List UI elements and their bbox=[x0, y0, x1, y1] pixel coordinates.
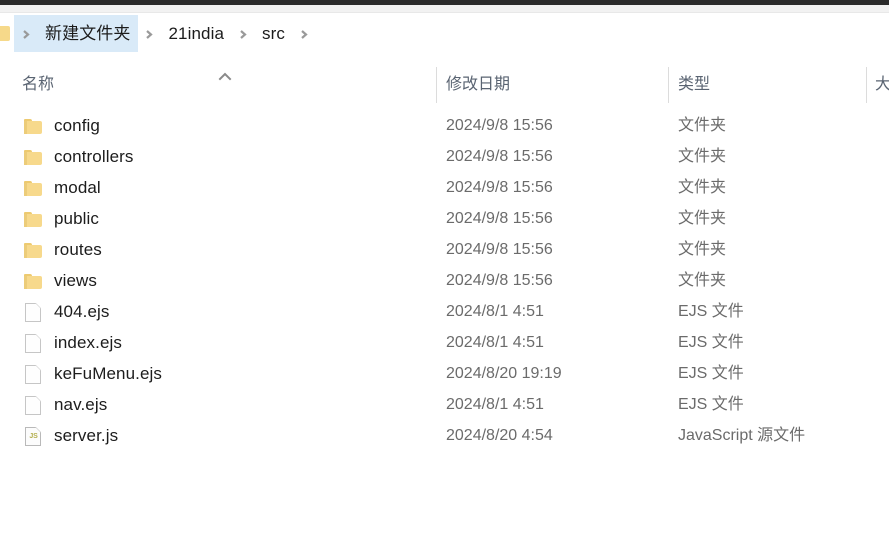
column-header-type[interactable]: 类型 bbox=[678, 62, 858, 107]
file-name-cell[interactable]: JS server.js bbox=[0, 420, 118, 451]
file-row[interactable]: index.ejs 2024/8/1 4:51 EJS 文件 bbox=[0, 327, 889, 358]
breadcrumb-separator-tail[interactable] bbox=[292, 13, 316, 54]
file-date-modified-cell: 2024/8/20 4:54 bbox=[446, 427, 553, 444]
file-row[interactable]: 404.ejs 2024/8/1 4:51 EJS 文件 bbox=[0, 296, 889, 327]
file-row[interactable]: nav.ejs 2024/8/1 4:51 EJS 文件 bbox=[0, 389, 889, 420]
file-type-cell: 文件夹 bbox=[678, 148, 727, 165]
file-name-label: nav.ejs bbox=[54, 394, 108, 414]
file-row[interactable]: public 2024/9/8 15:56 文件夹 bbox=[0, 203, 889, 234]
file-date-modified-cell: 2024/9/8 15:56 bbox=[446, 117, 553, 134]
file-name-label: config bbox=[54, 115, 100, 135]
file-row[interactable]: JS server.js 2024/8/20 4:54 JavaScript 源文件 bbox=[0, 420, 889, 451]
column-divider-name-date[interactable] bbox=[436, 67, 437, 103]
file-type-cell: EJS 文件 bbox=[678, 365, 744, 382]
folder-icon bbox=[22, 270, 44, 292]
file-name-label: public bbox=[54, 208, 100, 228]
column-header-name[interactable]: 名称 bbox=[22, 62, 222, 107]
file-date-modified-cell: 2024/9/8 15:56 bbox=[446, 148, 553, 165]
file-type-cell: EJS 文件 bbox=[678, 303, 744, 320]
file-type-cell: 文件夹 bbox=[678, 179, 727, 196]
column-header-row: 名称 修改日期 类型 大 bbox=[0, 62, 889, 107]
file-row[interactable]: views 2024/9/8 15:56 文件夹 bbox=[0, 265, 889, 296]
file-date-modified-cell: 2024/8/1 4:51 bbox=[446, 334, 544, 351]
breadcrumb: 新建文件夹 21india src bbox=[0, 13, 316, 54]
javascript-file-icon: JS bbox=[22, 425, 44, 447]
breadcrumb-separator-0[interactable] bbox=[14, 15, 38, 52]
breadcrumb-item-2[interactable]: src bbox=[255, 15, 292, 52]
file-name-cell[interactable]: views bbox=[0, 265, 97, 296]
file-name-cell[interactable]: 404.ejs bbox=[0, 296, 110, 327]
document-icon bbox=[22, 363, 44, 385]
file-date-modified-cell: 2024/8/1 4:51 bbox=[446, 303, 544, 320]
column-header-date-modified[interactable]: 修改日期 bbox=[446, 62, 656, 107]
breadcrumb-item-0[interactable]: 新建文件夹 bbox=[38, 15, 138, 52]
file-type-cell: EJS 文件 bbox=[678, 334, 744, 351]
breadcrumb-separator-1[interactable] bbox=[138, 13, 162, 54]
toolbar-strip bbox=[0, 5, 889, 12]
document-icon bbox=[22, 394, 44, 416]
file-type-cell: 文件夹 bbox=[678, 117, 727, 134]
address-bar[interactable]: 新建文件夹 21india src bbox=[0, 13, 889, 54]
folder-icon bbox=[22, 177, 44, 199]
file-name-label: views bbox=[54, 270, 98, 290]
file-name-label: keFuMenu.ejs bbox=[54, 363, 162, 383]
file-row[interactable]: config 2024/9/8 15:56 文件夹 bbox=[0, 110, 889, 141]
file-row[interactable]: modal 2024/9/8 15:56 文件夹 bbox=[0, 172, 889, 203]
file-name-cell[interactable]: keFuMenu.ejs bbox=[0, 358, 162, 389]
file-name-cell[interactable]: nav.ejs bbox=[0, 389, 107, 420]
file-name-cell[interactable]: public bbox=[0, 203, 99, 234]
file-type-cell: 文件夹 bbox=[678, 210, 727, 227]
file-type-cell: EJS 文件 bbox=[678, 396, 744, 413]
column-divider-type-size[interactable] bbox=[866, 67, 867, 103]
breadcrumb-item-1[interactable]: 21india bbox=[162, 15, 232, 52]
file-name-label: controllers bbox=[54, 146, 134, 166]
file-name-cell[interactable]: routes bbox=[0, 234, 102, 265]
file-name-label: modal bbox=[54, 177, 101, 197]
file-name-label: index.ejs bbox=[54, 332, 122, 352]
file-type-cell: JavaScript 源文件 bbox=[678, 427, 806, 444]
sort-ascending-icon bbox=[218, 68, 232, 81]
document-icon bbox=[22, 301, 44, 323]
file-name-cell[interactable]: config bbox=[0, 110, 100, 141]
file-date-modified-cell: 2024/9/8 15:56 bbox=[446, 210, 553, 227]
file-row[interactable]: keFuMenu.ejs 2024/8/20 19:19 EJS 文件 bbox=[0, 358, 889, 389]
file-row[interactable]: routes 2024/9/8 15:56 文件夹 bbox=[0, 234, 889, 265]
file-list: config 2024/9/8 15:56 文件夹 controllers 2024/9… bbox=[0, 110, 889, 451]
column-header-size[interactable]: 大 bbox=[875, 62, 889, 107]
file-name-label: 404.ejs bbox=[54, 301, 110, 321]
folder-icon bbox=[22, 146, 44, 168]
file-name-cell[interactable]: index.ejs bbox=[0, 327, 122, 358]
document-icon bbox=[22, 332, 44, 354]
file-name-label: routes bbox=[54, 239, 102, 259]
file-type-cell: 文件夹 bbox=[678, 272, 727, 289]
file-row[interactable]: controllers 2024/9/8 15:56 文件夹 bbox=[0, 141, 889, 172]
file-date-modified-cell: 2024/8/1 4:51 bbox=[446, 396, 544, 413]
breadcrumb-separator-2[interactable] bbox=[231, 13, 255, 54]
folder-icon bbox=[22, 239, 44, 261]
file-date-modified-cell: 2024/9/8 15:56 bbox=[446, 179, 553, 196]
file-type-cell: 文件夹 bbox=[678, 241, 727, 258]
breadcrumb-root-folder-icon[interactable] bbox=[0, 13, 14, 54]
file-name-label: server.js bbox=[54, 425, 119, 445]
file-date-modified-cell: 2024/9/8 15:56 bbox=[446, 241, 553, 258]
file-name-cell[interactable]: controllers bbox=[0, 141, 134, 172]
file-date-modified-cell: 2024/9/8 15:56 bbox=[446, 272, 553, 289]
folder-icon bbox=[22, 115, 44, 137]
file-date-modified-cell: 2024/8/20 19:19 bbox=[446, 365, 562, 382]
file-name-cell[interactable]: modal bbox=[0, 172, 101, 203]
column-divider-date-type[interactable] bbox=[668, 67, 669, 103]
folder-icon bbox=[22, 208, 44, 230]
